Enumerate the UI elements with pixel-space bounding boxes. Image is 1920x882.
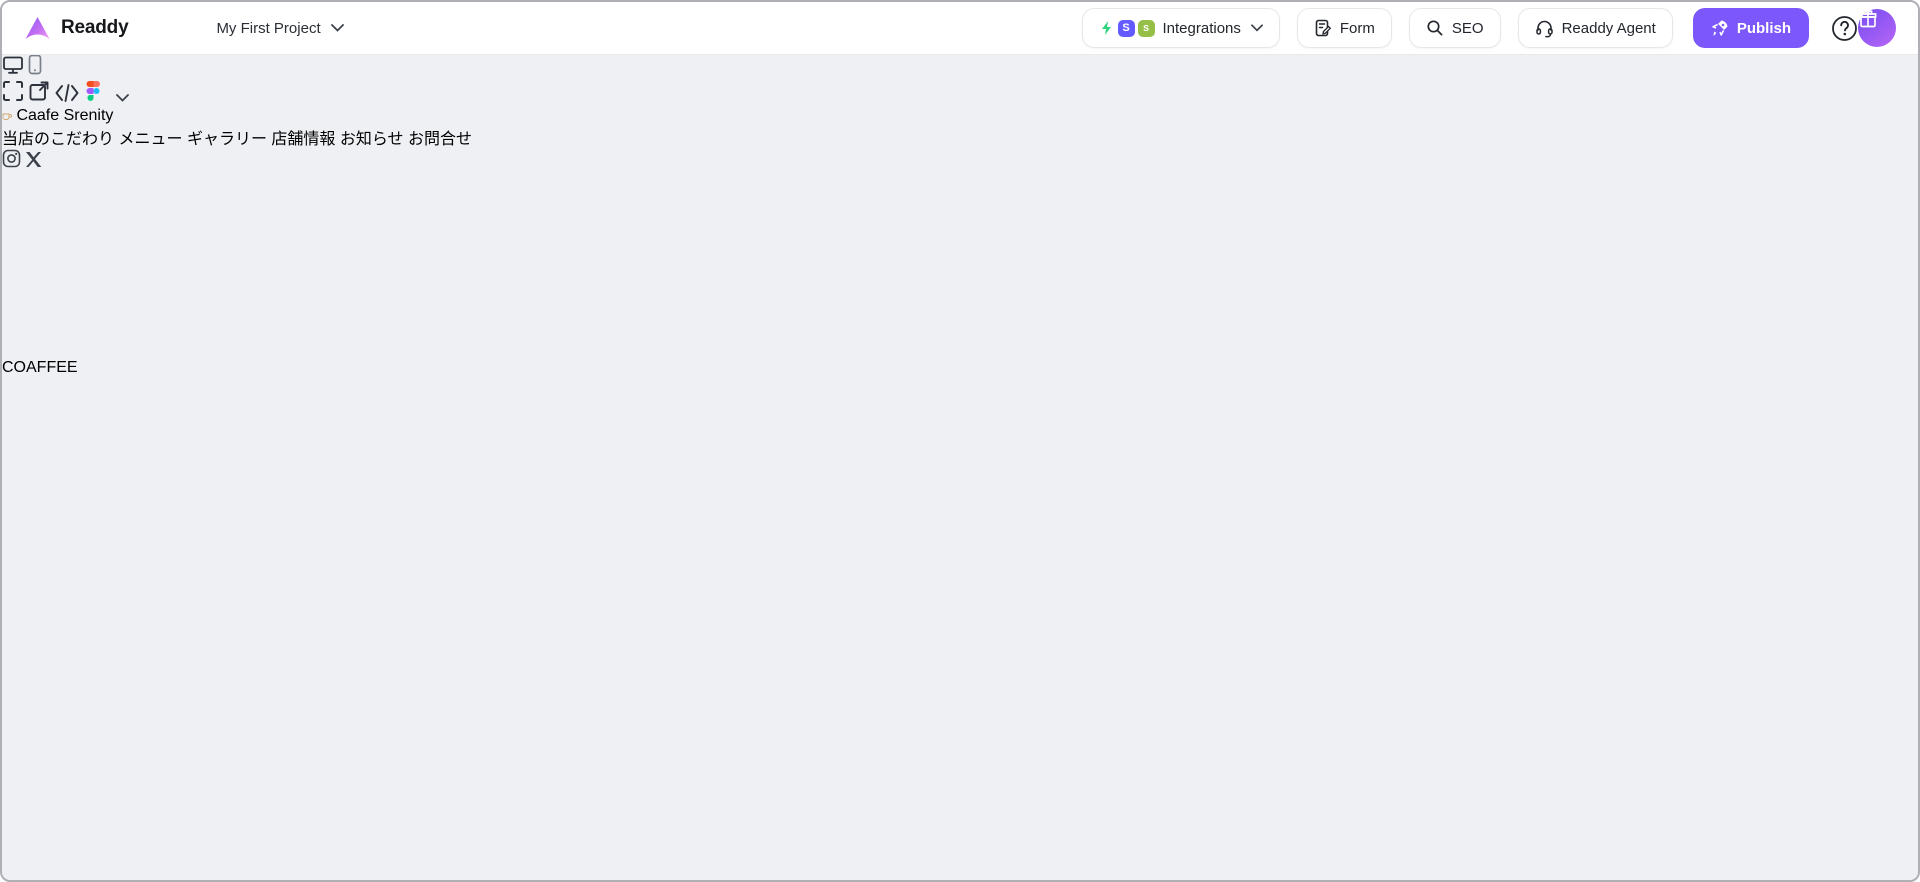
readdy-brand[interactable]: Readdy <box>24 16 129 41</box>
integrations-label: Integrations <box>1162 19 1241 37</box>
chevron-down-icon <box>330 24 344 32</box>
integrations-button[interactable]: S s Integrations <box>1081 8 1280 48</box>
code-view-button[interactable] <box>55 84 83 106</box>
form-icon <box>1315 19 1332 37</box>
figma-export-button[interactable] <box>83 81 107 106</box>
shopify-icon: s <box>1137 19 1155 37</box>
seo-button[interactable]: SEO <box>1408 8 1501 48</box>
zap-icon <box>1101 21 1111 35</box>
hero-menu-board: COAFFEE <box>2 359 78 376</box>
desktop-icon <box>3 56 23 74</box>
hero-shelf <box>2 182 302 191</box>
form-label: Form <box>1339 19 1375 37</box>
cafe-logo-text: Caafe Srenity <box>16 107 114 124</box>
cafe-nav-menu[interactable]: メニュー <box>118 131 182 148</box>
gift-icon <box>1859 10 1877 28</box>
rocket-icon <box>1712 20 1728 36</box>
hero-window <box>2 874 94 880</box>
cafe-nav-contact[interactable]: お問合せ <box>408 131 472 148</box>
hero-jar <box>2 277 18 315</box>
headset-icon <box>1535 20 1553 37</box>
preview-menu-chevron[interactable] <box>115 89 129 106</box>
instagram-icon[interactable] <box>2 149 21 168</box>
search-icon <box>1427 20 1443 36</box>
cafe-nav-shopinfo[interactable]: 店舗情報 <box>271 131 335 148</box>
hero-window <box>2 377 187 612</box>
cafe-social-icons <box>2 149 1918 173</box>
hero-jar <box>2 191 20 231</box>
hero-window <box>2 612 180 874</box>
cafe-hero: COAFFEE <box>2 173 1918 880</box>
coffee-cup-icon <box>2 113 12 120</box>
chevron-down-icon <box>1250 24 1263 32</box>
x-twitter-icon[interactable] <box>25 151 42 168</box>
seo-label: SEO <box>1451 19 1484 37</box>
hero-jar <box>2 231 22 277</box>
project-selector[interactable]: My First Project <box>216 19 344 37</box>
question-icon <box>1832 15 1857 41</box>
stripe-icon: S <box>1117 19 1135 37</box>
cafe-logo[interactable]: Caafe Srenity <box>2 107 1918 125</box>
help-button[interactable] <box>1831 15 1858 42</box>
cafe-nav-gallery[interactable]: ギャラリー <box>187 131 267 148</box>
cafe-navbar: Caafe Srenity 当店のこだわり メニュー ギャラリー 店舗情報 お知… <box>2 107 1918 173</box>
desktop-view-button[interactable] <box>2 56 28 79</box>
mobile-view-button[interactable] <box>28 54 42 79</box>
agent-label: Readdy Agent <box>1561 19 1656 37</box>
app-window: Readdy My First Project S s Integrations… <box>0 0 1920 882</box>
publish-label: Publish <box>1736 19 1791 37</box>
figma-icon <box>86 81 101 101</box>
readdy-agent-button[interactable]: Readdy Agent <box>1517 8 1673 48</box>
form-button[interactable]: Form <box>1296 8 1392 48</box>
hero-jar <box>2 315 22 359</box>
brand-name: Readdy <box>61 17 129 38</box>
cafe-nav-links: 当店のこだわり メニュー ギャラリー 店舗情報 お知らせ お問合せ <box>2 125 1918 149</box>
cafe-nav-kodawari[interactable]: 当店のこだわり <box>2 131 114 148</box>
hero-photo: COAFFEE <box>2 173 1918 880</box>
site-preview-panel: Readdy Site <box>2 2 1918 880</box>
mobile-icon <box>29 54 42 75</box>
site-viewport: Caafe Srenity 当店のこだわり メニュー ギャラリー 店舗情報 お知… <box>2 107 1918 880</box>
project-name: My First Project <box>216 19 321 37</box>
publish-button[interactable]: Publish <box>1692 8 1809 48</box>
readdy-logo-icon <box>25 16 50 39</box>
cafe-nav-news[interactable]: お知らせ <box>340 131 404 148</box>
device-toggle <box>2 54 1918 80</box>
hero-shelf <box>2 173 270 182</box>
open-external-button[interactable] <box>28 81 54 106</box>
integration-icons: S s <box>1099 19 1155 37</box>
fullscreen-button[interactable] <box>2 81 28 106</box>
gift-avatar-button[interactable] <box>1858 9 1896 47</box>
top-header: Readdy My First Project S s Integrations… <box>2 2 1918 55</box>
